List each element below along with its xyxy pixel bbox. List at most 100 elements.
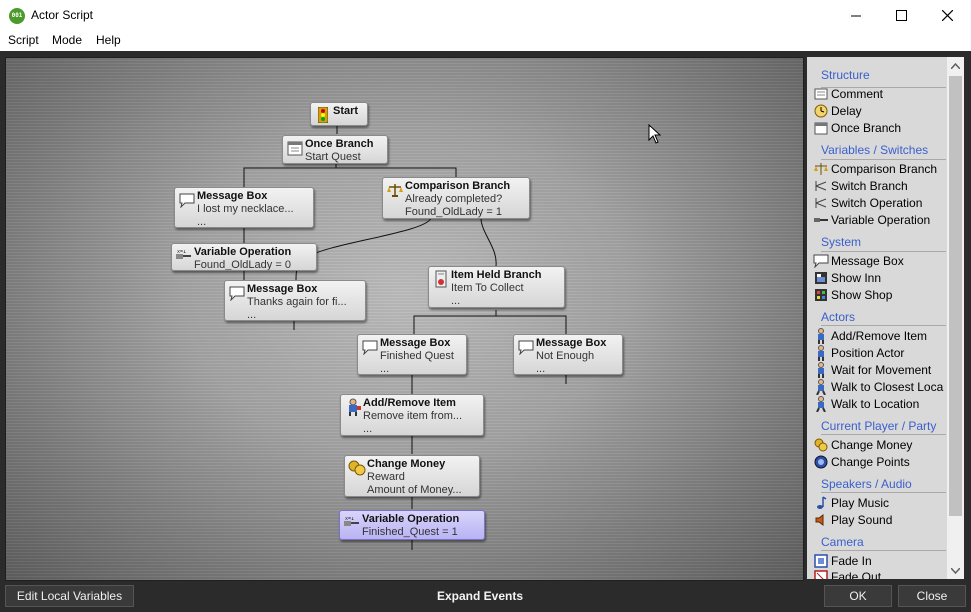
- fade-icon: [813, 553, 829, 569]
- node-start[interactable]: Start: [310, 102, 368, 126]
- palette-item-message-box[interactable]: Message Box: [813, 253, 904, 269]
- clock-icon: [813, 103, 829, 119]
- speech-bubble-icon: [361, 338, 379, 356]
- category-system: System: [821, 235, 862, 249]
- actor-item-icon: [813, 328, 829, 344]
- calendar-icon: [286, 139, 304, 157]
- palette-item-walk-to-location[interactable]: Walk to Location: [813, 396, 919, 412]
- category-structure: Structure: [821, 68, 870, 82]
- palette-item-once-branch[interactable]: Once Branch: [813, 120, 901, 136]
- minimize-button[interactable]: [833, 0, 879, 31]
- palette-item-play-music[interactable]: Play Music: [813, 495, 889, 511]
- walking-actor-icon: [813, 396, 829, 412]
- divider: [821, 251, 946, 252]
- category-audio: Speakers / Audio: [821, 477, 912, 491]
- node-message-thanks[interactable]: Message Box Thanks again for fi... ...: [224, 280, 366, 321]
- palette-item-variable-operation[interactable]: Variable Operation: [813, 212, 930, 228]
- divider: [821, 159, 946, 160]
- variable-wrench-icon: x=1: [175, 247, 193, 265]
- palette-scrollbar[interactable]: [947, 57, 964, 579]
- node-message-necklace[interactable]: Message Box I lost my necklace... ...: [174, 187, 314, 228]
- node-variable-operation-1[interactable]: x=1 Variable Operation Found_OldLady = 0: [171, 243, 317, 271]
- menu-help[interactable]: Help: [96, 33, 121, 47]
- shop-icon: [813, 287, 829, 303]
- close-button[interactable]: Close: [898, 585, 966, 607]
- speech-bubble-icon: [228, 284, 246, 302]
- music-note-icon: [813, 495, 829, 511]
- close-window-button[interactable]: [924, 0, 970, 31]
- divider: [821, 550, 946, 551]
- minimize-icon: [851, 15, 861, 16]
- speech-bubble-icon: [813, 253, 829, 269]
- title-bar: 001 Actor Script: [0, 0, 971, 31]
- divider: [821, 325, 946, 326]
- calendar-icon: [813, 120, 829, 136]
- node-message-finished[interactable]: Message Box Finished Quest ...: [357, 334, 467, 375]
- scales-icon: [813, 161, 829, 177]
- divider: [821, 434, 946, 435]
- node-comparison-branch[interactable]: Comparison Branch Already completed? Fou…: [382, 177, 530, 219]
- palette-item-comment[interactable]: Comment: [813, 86, 883, 102]
- expand-events-button[interactable]: Expand Events: [400, 589, 560, 603]
- node-message-not-enough[interactable]: Message Box Not Enough ...: [513, 334, 623, 375]
- script-canvas[interactable]: Start Once Branch Start Quest Message Bo…: [5, 57, 804, 581]
- category-party: Current Player / Party: [821, 419, 937, 433]
- palette-item-add-remove-item[interactable]: Add/Remove Item: [813, 328, 927, 344]
- scroll-down-icon[interactable]: [947, 562, 964, 579]
- menu-script[interactable]: Script: [8, 33, 39, 47]
- edit-local-variables-button[interactable]: Edit Local Variables: [5, 585, 134, 607]
- menu-mode[interactable]: Mode: [52, 33, 82, 47]
- event-palette: Structure Comment Delay Once Branch Vari…: [807, 57, 947, 579]
- variable-wrench-icon: x=1: [343, 514, 361, 532]
- maximize-button[interactable]: [878, 0, 924, 31]
- palette-item-switch-operation[interactable]: Switch Operation: [813, 195, 922, 211]
- points-icon: [813, 454, 829, 470]
- node-once-branch[interactable]: Once Branch Start Quest: [282, 135, 388, 164]
- switch-icon: [813, 195, 829, 211]
- fade-icon: [813, 569, 829, 579]
- category-actors: Actors: [821, 310, 856, 324]
- palette-item-comparison-branch[interactable]: Comparison Branch: [813, 161, 937, 177]
- item-bag-icon: [432, 270, 450, 288]
- palette-item-fade-out[interactable]: Fade Out: [813, 569, 881, 579]
- speech-bubble-icon: [178, 191, 196, 209]
- palette-item-change-points[interactable]: Change Points: [813, 454, 910, 470]
- variable-wrench-icon: [813, 212, 829, 228]
- ok-button[interactable]: OK: [824, 585, 892, 607]
- connection-wires: [243, 124, 567, 550]
- close-icon: [941, 10, 953, 21]
- category-variables: Variables / Switches: [821, 143, 929, 157]
- actor-icon: [813, 345, 829, 361]
- app-icon: 001: [9, 8, 25, 24]
- palette-item-switch-branch[interactable]: Switch Branch: [813, 178, 908, 194]
- node-change-money[interactable]: Change Money Reward Amount of Money...: [344, 455, 480, 497]
- coins-icon: [348, 459, 366, 477]
- node-variable-operation-2[interactable]: x=1 Variable Operation Finished_Quest = …: [339, 510, 485, 540]
- window-title: Actor Script: [31, 8, 94, 22]
- palette-item-show-inn[interactable]: Show Inn: [813, 270, 881, 286]
- scales-icon: [386, 181, 404, 199]
- palette-item-show-shop[interactable]: Show Shop: [813, 287, 892, 303]
- mouse-cursor-icon: [648, 124, 662, 144]
- speaker-icon: [813, 512, 829, 528]
- scroll-up-icon[interactable]: [947, 57, 964, 74]
- node-item-held-branch[interactable]: Item Held Branch Item To Collect ...: [428, 266, 565, 308]
- palette-item-change-money[interactable]: Change Money: [813, 437, 912, 453]
- walking-actor-icon: [813, 379, 829, 395]
- actor-item-icon: [344, 398, 362, 416]
- svg-text:x=1: x=1: [345, 517, 354, 522]
- maximize-icon: [895, 10, 907, 21]
- palette-item-play-sound[interactable]: Play Sound: [813, 512, 892, 528]
- speech-bubble-icon: [517, 338, 535, 356]
- palette-item-fade-in[interactable]: Fade In: [813, 553, 872, 569]
- inn-icon: [813, 270, 829, 286]
- comment-icon: [813, 86, 829, 102]
- palette-item-wait-for-movement[interactable]: Wait for Movement: [813, 362, 931, 378]
- node-add-remove-item[interactable]: Add/Remove Item Remove item from... ...: [340, 394, 484, 436]
- palette-item-walk-to-closest[interactable]: Walk to Closest Loca: [813, 379, 943, 395]
- switch-icon: [813, 178, 829, 194]
- scrollbar-thumb[interactable]: [949, 76, 962, 516]
- menu-bar: Script Mode Help: [0, 31, 971, 51]
- palette-item-delay[interactable]: Delay: [813, 103, 862, 119]
- palette-item-position-actor[interactable]: Position Actor: [813, 345, 904, 361]
